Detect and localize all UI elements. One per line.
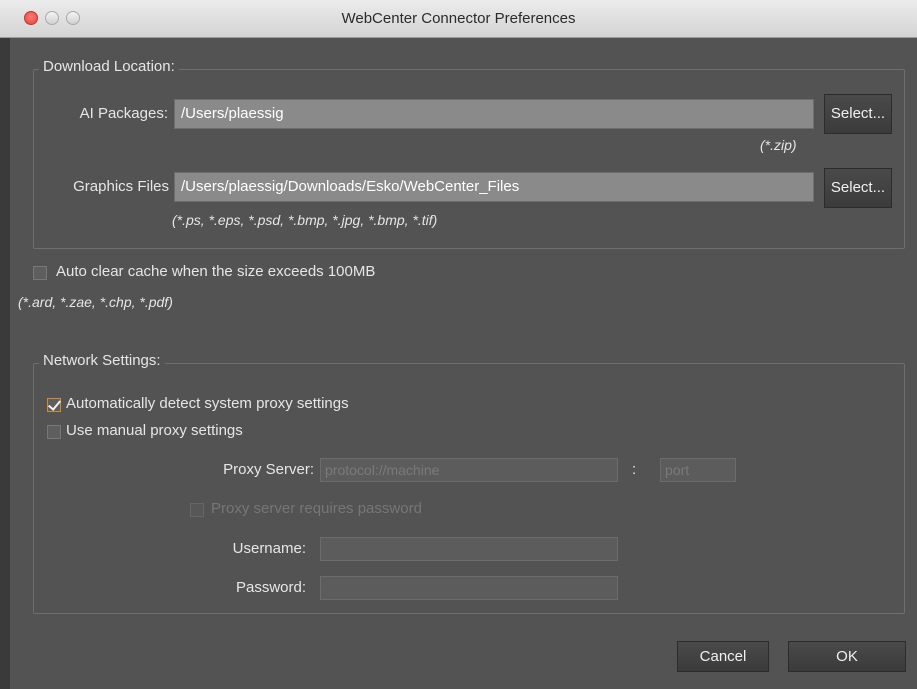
auto-clear-cache-label[interactable]: Auto clear cache when the size exceeds 1… [56, 263, 375, 280]
username-label: Username: [232, 540, 306, 557]
ai-packages-select-button[interactable]: Select... [824, 94, 892, 134]
window-title: WebCenter Connector Preferences [341, 10, 576, 27]
proxy-server-label: Proxy Server: [223, 461, 314, 478]
auto-detect-proxy-label[interactable]: Automatically detect system proxy settin… [66, 395, 349, 412]
cache-file-types-hint: (*.ard, *.zae, *.chp, *.pdf) [18, 294, 173, 310]
password-input[interactable] [320, 576, 618, 600]
graphics-files-label: Graphics Files [73, 178, 169, 195]
ai-packages-label: AI Packages: [79, 105, 168, 122]
cancel-button[interactable]: Cancel [677, 641, 769, 672]
download-location-legend: Download Location: [39, 58, 179, 75]
proxy-server-input[interactable]: protocol://machine [320, 458, 618, 482]
proxy-port-separator: : [632, 461, 637, 478]
ok-button[interactable]: OK [788, 641, 906, 672]
password-label: Password: [235, 579, 306, 596]
username-input[interactable] [320, 537, 618, 561]
window-left-edge [0, 38, 10, 689]
graphics-files-select-button[interactable]: Select... [824, 168, 892, 208]
title-bar: WebCenter Connector Preferences [0, 0, 917, 38]
network-settings-legend: Network Settings: [39, 352, 165, 369]
auto-detect-proxy-checkbox[interactable] [47, 398, 61, 412]
manual-proxy-checkbox[interactable] [47, 425, 61, 439]
manual-proxy-label[interactable]: Use manual proxy settings [66, 422, 243, 439]
proxy-requires-password-label[interactable]: Proxy server requires password [211, 500, 422, 517]
graphics-files-hint: (*.ps, *.eps, *.psd, *.bmp, *.jpg, *.bmp… [172, 212, 438, 228]
ai-packages-path-field[interactable]: /Users/plaessig [174, 99, 814, 129]
graphics-files-path-field[interactable]: /Users/plaessig/Downloads/Esko/WebCenter… [174, 172, 814, 202]
proxy-port-input[interactable]: port [660, 458, 736, 482]
ai-packages-hint: (*.zip) [760, 137, 797, 153]
download-location-group [33, 69, 905, 249]
auto-clear-cache-checkbox[interactable] [33, 266, 47, 280]
proxy-requires-password-checkbox[interactable] [190, 503, 204, 517]
